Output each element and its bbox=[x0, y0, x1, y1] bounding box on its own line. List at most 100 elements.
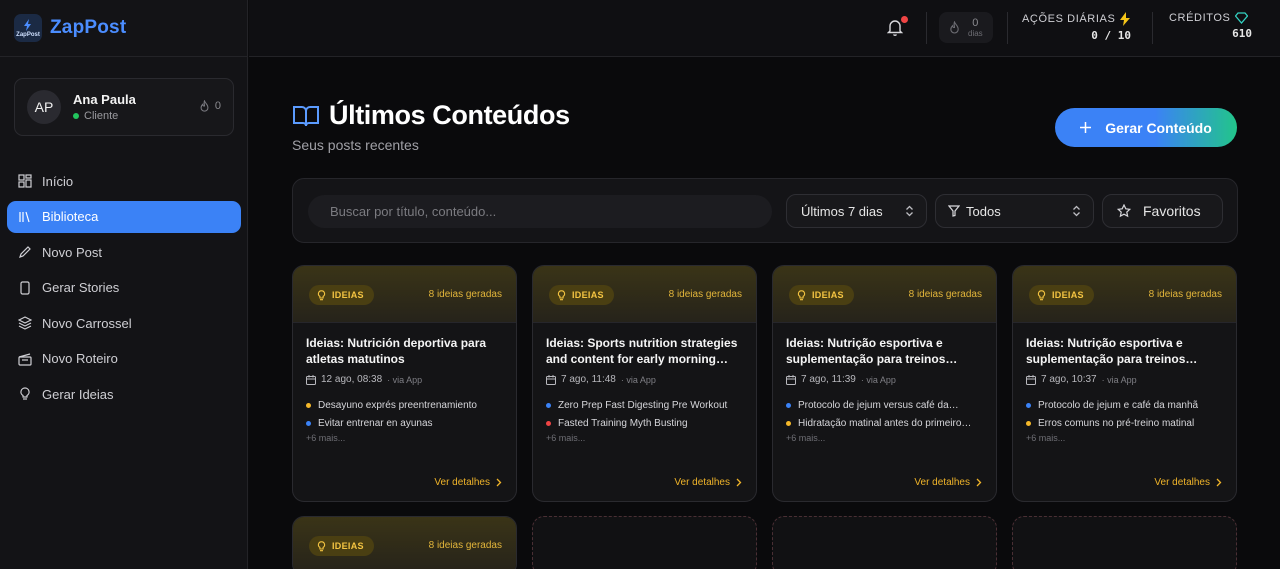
idea-badge-label: IDEIAS bbox=[332, 541, 364, 551]
type-select[interactable]: Todos bbox=[935, 194, 1094, 228]
card-header: IDEIAS 8 ideias geradas bbox=[533, 266, 756, 323]
lightbulb-icon bbox=[797, 289, 806, 300]
idea-bullet-text: Zero Prep Fast Digesting Pre Workout bbox=[558, 399, 728, 411]
book-open-icon bbox=[293, 105, 319, 126]
view-details-link[interactable]: Ver detalhes bbox=[434, 477, 502, 488]
content-card[interactable]: IDEIAS 8 ideias geradas Ideias: Nutrició… bbox=[292, 265, 517, 502]
idea-list: Zero Prep Fast Digesting Pre Workout Fas… bbox=[546, 396, 746, 443]
card-meta: 12 ago, 08:38 · via App bbox=[306, 374, 422, 385]
bullet-dot-icon bbox=[1026, 420, 1031, 426]
brand-logo: ZapPost bbox=[14, 14, 42, 42]
page-header: Últimos Conteúdos bbox=[292, 100, 570, 131]
lightbulb-icon bbox=[317, 289, 326, 300]
plus-icon bbox=[1080, 122, 1092, 133]
online-dot-icon bbox=[73, 113, 79, 119]
idea-badge: IDEIAS bbox=[789, 285, 854, 305]
diamond-icon bbox=[1235, 12, 1249, 24]
idea-badge: IDEIAS bbox=[1029, 285, 1094, 305]
chevron-up-down-icon bbox=[906, 205, 913, 217]
card-meta: 7 ago, 10:37 · via App bbox=[1026, 374, 1137, 385]
notifications-button[interactable] bbox=[886, 19, 904, 41]
calendar-icon bbox=[1026, 374, 1036, 385]
card-header: IDEIAS 8 ideias geradas bbox=[1013, 266, 1236, 323]
divider bbox=[926, 12, 927, 44]
card-title: Ideias: Sports nutrition strategies and … bbox=[546, 336, 738, 366]
view-details-link[interactable]: Ver detalhes bbox=[1154, 477, 1222, 488]
sidebar-nav: Início Biblioteca Novo Post Gerar Storie… bbox=[7, 165, 241, 414]
idea-list: Desayuno exprés preentrenamiento Evitar … bbox=[306, 396, 506, 443]
content-card[interactable]: IDEIAS 8 ideias geradas Ideias: Nutrição… bbox=[1012, 265, 1237, 502]
idea-bullet-text: Erros comuns no pré-treino matinal bbox=[1038, 417, 1195, 429]
sidebar-item-novo-post[interactable]: Novo Post bbox=[7, 236, 241, 268]
calendar-icon bbox=[306, 374, 316, 385]
sidebar-item-novo-carrossel[interactable]: Novo Carrossel bbox=[7, 307, 241, 339]
card-source: · via App bbox=[860, 374, 896, 385]
chevron-right-icon bbox=[976, 478, 982, 487]
view-details-link[interactable]: Ver detalhes bbox=[674, 477, 742, 488]
sidebar-item-biblioteca[interactable]: Biblioteca bbox=[7, 200, 241, 233]
view-details-label: Ver detalhes bbox=[1154, 477, 1210, 488]
card-date: 7 ago, 11:48 bbox=[561, 374, 616, 385]
sidebar-item-gerar-ideias[interactable]: Gerar Ideias bbox=[7, 378, 241, 410]
idea-bullet-text: Protocolo de jejum versus café da… bbox=[798, 399, 959, 411]
main-content: Últimos Conteúdos Seus posts recentes Ge… bbox=[249, 57, 1280, 569]
lightbulb-icon bbox=[1037, 289, 1046, 300]
placeholder-card bbox=[772, 516, 997, 569]
user-role: Cliente bbox=[73, 110, 136, 122]
sidebar-item-gerar-stories[interactable]: Gerar Stories bbox=[7, 272, 241, 304]
view-details-label: Ver detalhes bbox=[914, 477, 970, 488]
chevron-right-icon bbox=[1216, 478, 1222, 487]
idea-bullet: Protocolo de jejum versus café da… bbox=[786, 396, 986, 414]
calendar-icon bbox=[546, 374, 556, 385]
sidebar-item-label: Início bbox=[42, 173, 74, 189]
favorites-label: Favoritos bbox=[1143, 203, 1201, 219]
more-ideas: +6 mais... bbox=[546, 433, 586, 443]
idea-badge-label: IDEIAS bbox=[812, 290, 844, 300]
user-card[interactable]: AP Ana Paula Cliente 0 bbox=[14, 78, 234, 136]
generate-content-button[interactable]: Gerar Conteúdo bbox=[1055, 108, 1237, 147]
daily-actions-value: 0 / 10 bbox=[1091, 29, 1131, 42]
filter-icon bbox=[948, 205, 960, 217]
card-date: 7 ago, 11:39 bbox=[801, 374, 856, 385]
lightbulb-icon bbox=[317, 540, 326, 551]
sidebar-item-label: Novo Carrossel bbox=[42, 315, 132, 331]
daily-actions: AÇÕES DIÁRIAS 0 / 10 bbox=[1022, 12, 1131, 42]
sidebar-item-label: Novo Roteiro bbox=[42, 351, 118, 366]
sidebar-item-novo-roteiro[interactable]: Novo Roteiro bbox=[7, 343, 241, 375]
sidebar-item-inicio[interactable]: Início bbox=[7, 165, 241, 197]
idea-bullet-text: Evitar entrenar en ayunas bbox=[318, 417, 433, 429]
card-source: · via App bbox=[620, 374, 656, 385]
streak-label: dias bbox=[968, 29, 983, 38]
flame-icon bbox=[950, 21, 959, 34]
chevron-right-icon bbox=[736, 478, 742, 487]
card-source: · via App bbox=[1101, 374, 1137, 385]
idea-badge-label: IDEIAS bbox=[572, 290, 604, 300]
user-streak-value: 0 bbox=[214, 100, 221, 112]
placeholder-card bbox=[532, 516, 757, 569]
idea-bullet: Hidratação matinal antes do primeiro… bbox=[786, 414, 986, 432]
view-details-label: Ver detalhes bbox=[674, 477, 730, 488]
bolt-icon bbox=[24, 18, 31, 31]
streak-pill[interactable]: 0 dias bbox=[939, 12, 993, 43]
credits: CRÉDITOS 610 bbox=[1169, 12, 1252, 40]
star-icon bbox=[1117, 204, 1131, 218]
search-input[interactable] bbox=[308, 195, 772, 228]
brand[interactable]: ZapPost ZapPost bbox=[0, 0, 247, 57]
idea-badge: IDEIAS bbox=[309, 536, 374, 556]
content-card[interactable]: IDEIAS 8 ideias geradas Ideias: Sports n… bbox=[532, 265, 757, 502]
period-select[interactable]: Últimos 7 dias bbox=[786, 194, 927, 228]
type-select-value: Todos bbox=[966, 203, 1001, 219]
content-card-partial[interactable]: IDEIAS 8 ideias geradas bbox=[292, 516, 517, 569]
card-title: Ideias: Nutrição esportiva e suplementaç… bbox=[1026, 336, 1198, 366]
more-ideas: +6 mais... bbox=[306, 433, 346, 443]
content-card[interactable]: IDEIAS 8 ideias geradas Ideias: Nutrição… bbox=[772, 265, 997, 502]
view-details-link[interactable]: Ver detalhes bbox=[914, 477, 982, 488]
library-icon bbox=[19, 211, 30, 222]
idea-bullet: Evitar entrenar en ayunas bbox=[306, 414, 506, 432]
more-ideas: +6 mais... bbox=[786, 433, 826, 443]
favorites-button[interactable]: Favoritos bbox=[1102, 194, 1223, 228]
lightning-icon bbox=[1120, 12, 1131, 26]
idea-count: 8 ideias geradas bbox=[428, 540, 502, 551]
idea-bullet: Zero Prep Fast Digesting Pre Workout bbox=[546, 396, 746, 414]
filter-bar: Últimos 7 dias Todos Favoritos bbox=[292, 178, 1238, 243]
